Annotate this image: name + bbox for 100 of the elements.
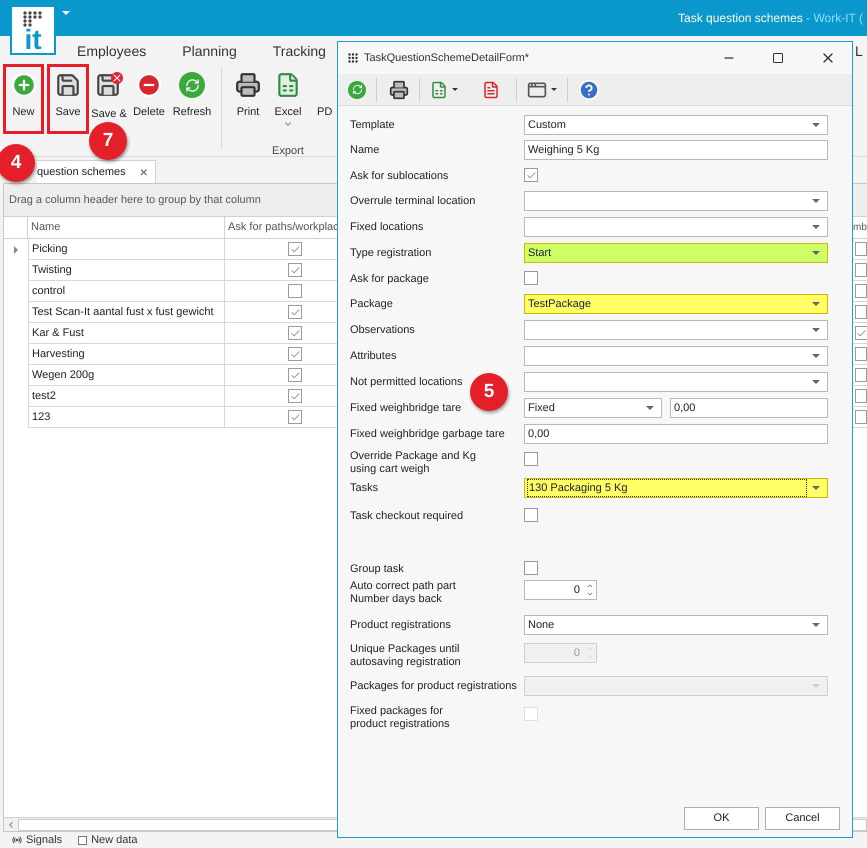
ribbon-button[interactable]: PD — [317, 64, 335, 119]
checkbox[interactable] — [78, 836, 88, 844]
dropdown-field[interactable]: Fixed — [524, 398, 662, 418]
dropdown-field[interactable]: Start — [524, 243, 828, 263]
table-cell: Wegen 200g — [28, 365, 225, 386]
document-icon[interactable] — [482, 80, 500, 98]
dropdown-field[interactable] — [524, 320, 828, 340]
dropdown-field[interactable] — [524, 372, 828, 392]
checkbox[interactable] — [524, 271, 538, 285]
caret-icon — [812, 302, 820, 306]
caret-icon — [812, 328, 820, 332]
help-icon[interactable] — [578, 78, 600, 100]
field-label: Override Package and Kg using cart weigh — [350, 450, 477, 476]
checkbox[interactable] — [855, 389, 867, 403]
dialog-button[interactable]: Cancel — [765, 807, 840, 830]
caret-icon — [812, 380, 820, 384]
checkbox[interactable] — [855, 305, 867, 319]
dropdown-field[interactable] — [524, 217, 828, 237]
checkbox[interactable] — [524, 452, 538, 466]
ribbon-button[interactable]: New — [3, 64, 44, 134]
status-text: New data — [91, 832, 138, 848]
ribbon-tab[interactable]: L — [854, 41, 863, 62]
check-icon — [856, 328, 867, 338]
row-indicator-icon[interactable] — [14, 246, 18, 254]
document-tab[interactable]: question schemes × — [37, 160, 156, 183]
dialog-button[interactable]: OK — [684, 807, 759, 830]
checkbox[interactable] — [855, 368, 867, 382]
column-header[interactable]: Name — [28, 217, 225, 238]
checkbox[interactable] — [855, 284, 867, 298]
dialog-title: TaskQuestionSchemeDetailForm* — [364, 50, 530, 66]
refresh-icon[interactable] — [348, 80, 366, 98]
checkbox[interactable] — [855, 410, 867, 424]
field-label: Not permitted locations — [350, 375, 464, 389]
status-text: Signals — [26, 832, 62, 848]
ribbon-button[interactable]: Save & — [90, 64, 128, 121]
check-icon — [290, 264, 300, 276]
caret-icon — [812, 123, 820, 127]
dropdown-field[interactable]: 130 Packaging 5 Kg — [524, 478, 828, 498]
spreadsheet-icon[interactable] — [430, 80, 458, 98]
field-label: Group task — [350, 562, 405, 576]
caret-icon — [646, 406, 654, 410]
text-field[interactable]: 0,00 — [524, 424, 828, 444]
dropdown-field[interactable]: TestPackage — [524, 294, 828, 314]
checkbox[interactable] — [288, 284, 302, 298]
dropdown-field[interactable]: Custom — [524, 115, 828, 135]
text-field[interactable]: 0,00 — [670, 398, 828, 418]
check-icon — [290, 244, 300, 254]
ribbon-tab[interactable]: Tracking — [272, 41, 326, 62]
ribbon-button[interactable]: Save — [47, 64, 89, 134]
field-label: Auto correct path part Number days back — [350, 580, 457, 606]
checkbox[interactable] — [855, 326, 867, 340]
checkbox[interactable] — [288, 305, 302, 319]
checkbox[interactable] — [288, 389, 302, 403]
maximize-icon[interactable] — [772, 52, 784, 64]
close-icon[interactable]: × — [140, 162, 148, 182]
ribbon-button[interactable]: Print — [229, 64, 267, 119]
checkbox[interactable] — [524, 508, 538, 522]
refresh-icon — [179, 72, 205, 98]
checkbox[interactable] — [855, 347, 867, 361]
dropdown-field[interactable]: None — [524, 615, 828, 635]
field-label: Fixed weighbridge garbage tare — [350, 427, 506, 441]
checkbox[interactable] — [288, 368, 302, 382]
ribbon-button[interactable]: Refresh — [170, 64, 214, 119]
caret-icon — [812, 251, 820, 255]
field-label: Tasks — [350, 481, 380, 495]
step-badge: 4 — [0, 144, 35, 182]
column-header[interactable]: Ask for paths/workplac — [225, 217, 337, 238]
field-label: Template — [350, 118, 396, 132]
dropdown-field[interactable] — [524, 346, 828, 366]
caret-icon — [812, 199, 820, 203]
ribbon-button[interactable]: Delete — [129, 64, 169, 119]
caret-icon[interactable] — [62, 11, 70, 15]
column-header[interactable]: mb — [853, 217, 867, 238]
text-field[interactable]: Weighing 5 Kg — [524, 140, 828, 160]
field-label: Fixed weighbridge tare — [350, 401, 462, 415]
checkbox[interactable] — [288, 410, 302, 424]
caret-icon — [812, 623, 820, 627]
checkbox[interactable] — [855, 263, 867, 277]
checkbox[interactable] — [524, 561, 538, 575]
checkbox[interactable] — [288, 263, 302, 277]
checkbox[interactable] — [855, 242, 867, 256]
checkbox[interactable] — [524, 168, 538, 182]
field-label: Unique Packages until autosaving registration — [350, 643, 462, 669]
printer-icon[interactable] — [389, 80, 409, 100]
table-cell: Harvesting — [28, 344, 225, 365]
check-icon — [290, 328, 300, 338]
checkbox[interactable] — [288, 326, 302, 340]
delete-icon — [136, 72, 162, 98]
field-label: Fixed packages for product registrations — [350, 705, 451, 731]
table-cell: Twisting — [28, 260, 225, 281]
ribbon-tab[interactable]: Planning — [182, 41, 237, 62]
number-spinner[interactable]: 0 — [524, 580, 597, 600]
checkbox[interactable] — [288, 242, 302, 256]
ribbon-tab[interactable]: Employees — [77, 41, 146, 62]
dropdown-field[interactable] — [524, 191, 828, 211]
checkbox[interactable] — [288, 347, 302, 361]
ribbon-button[interactable]: Excel — [268, 64, 308, 129]
caret-icon — [812, 354, 820, 358]
caret-icon — [812, 225, 820, 229]
table-cell: control — [28, 281, 225, 302]
